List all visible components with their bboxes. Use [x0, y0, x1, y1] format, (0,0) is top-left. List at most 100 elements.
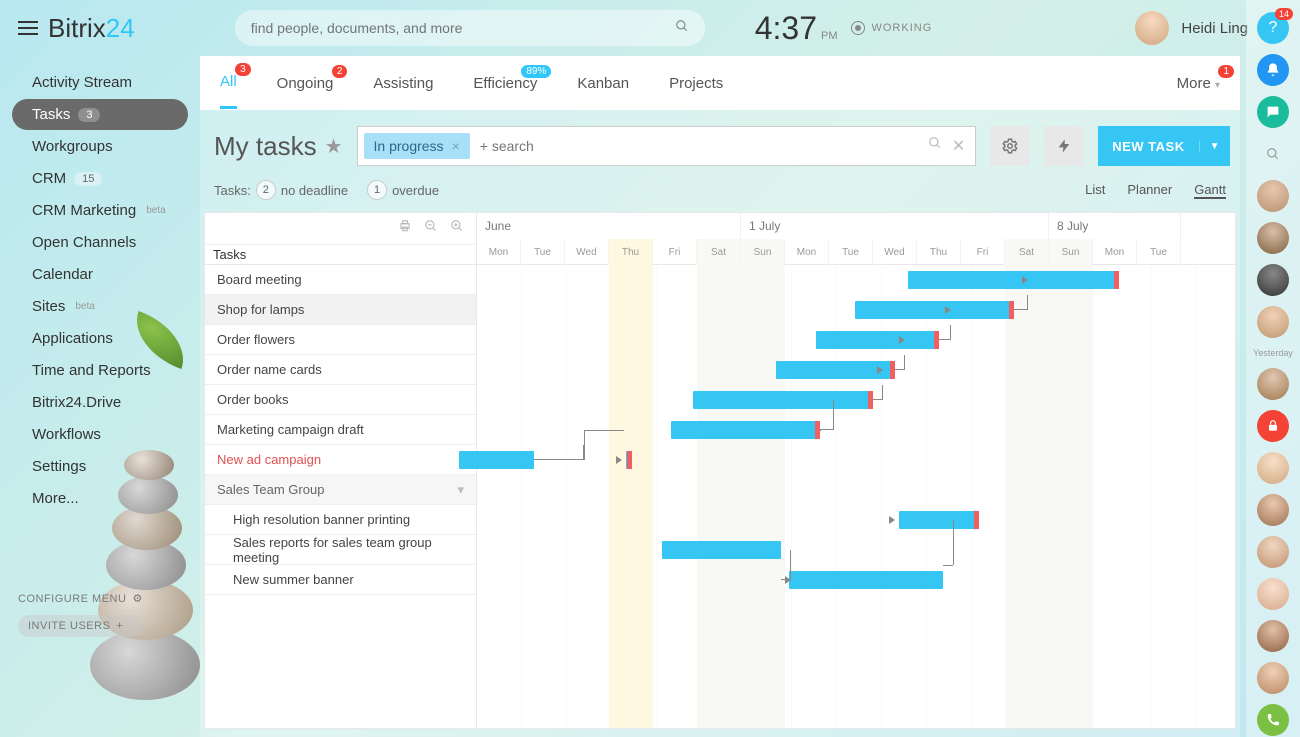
tab-badge: 89%: [521, 65, 551, 78]
working-status[interactable]: WORKING: [851, 21, 932, 35]
tab-kanban[interactable]: Kanban: [577, 59, 629, 108]
sidebar-item-tasks[interactable]: Tasks3: [12, 99, 188, 130]
filter-chip[interactable]: In progress ×: [364, 133, 470, 159]
gantt-bar[interactable]: [899, 511, 978, 529]
sidebar-item-sites[interactable]: Sitesbeta: [12, 291, 188, 322]
rail-search-button[interactable]: [1257, 138, 1289, 170]
tab-all[interactable]: All3: [220, 57, 237, 109]
invite-users-button[interactable]: INVITE USERS +: [18, 615, 143, 637]
task-row[interactable]: New summer banner: [205, 565, 476, 595]
contact-avatar[interactable]: [1257, 264, 1289, 296]
contact-avatar[interactable]: [1257, 306, 1289, 338]
contact-avatar[interactable]: [1257, 662, 1289, 694]
overdue-count[interactable]: 1: [367, 180, 387, 200]
contact-avatar[interactable]: [1257, 578, 1289, 610]
filter-input[interactable]: [474, 138, 924, 154]
global-search[interactable]: [235, 10, 705, 46]
sidebar-item-bitrix24-drive[interactable]: Bitrix24.Drive: [12, 387, 188, 418]
gantt-bar[interactable]: [671, 421, 821, 439]
collapse-icon[interactable]: ▾: [457, 482, 464, 498]
search-icon[interactable]: [928, 136, 942, 156]
global-search-input[interactable]: [251, 20, 675, 36]
main-menu-button[interactable]: [18, 21, 38, 35]
task-row[interactable]: New ad campaign: [205, 445, 476, 475]
sidebar-item-open-channels[interactable]: Open Channels: [12, 227, 188, 258]
tab-ongoing[interactable]: Ongoing2: [277, 59, 334, 108]
task-label: Sales Team Group: [217, 482, 324, 497]
task-row[interactable]: Marketing campaign draft: [205, 415, 476, 445]
contact-avatar[interactable]: [1257, 368, 1289, 400]
clear-filter-icon[interactable]: ✕: [952, 136, 965, 156]
star-icon[interactable]: ★: [325, 134, 343, 159]
task-row[interactable]: Order flowers: [205, 325, 476, 355]
contact-avatar[interactable]: [1257, 536, 1289, 568]
task-label: High resolution banner printing: [233, 512, 410, 527]
sidebar-item-settings[interactable]: Settings: [12, 451, 188, 482]
settings-button[interactable]: [990, 126, 1030, 166]
logo[interactable]: Bitrix24: [48, 13, 135, 44]
sidebar-item-more-[interactable]: More...: [12, 483, 188, 514]
task-label: Sales reports for sales team group meeti…: [233, 535, 476, 565]
gantt-bar[interactable]: [855, 301, 1013, 319]
sidebar-item-label: Applications: [32, 330, 113, 347]
gantt-bar[interactable]: [789, 571, 943, 589]
tab-assisting[interactable]: Assisting: [373, 59, 433, 108]
view-list[interactable]: List: [1085, 182, 1105, 199]
gantt-bar[interactable]: [626, 451, 632, 469]
gantt-bar[interactable]: [459, 451, 534, 469]
new-task-button[interactable]: NEW TASK ▼: [1098, 126, 1230, 166]
gantt-bar[interactable]: [662, 541, 781, 559]
chat-button[interactable]: [1257, 96, 1289, 128]
contact-avatar[interactable]: [1257, 452, 1289, 484]
view-planner[interactable]: Planner: [1127, 182, 1172, 199]
lock-icon[interactable]: [1257, 410, 1289, 442]
print-icon[interactable]: [398, 219, 412, 238]
sidebar-item-workflows[interactable]: Workflows: [12, 419, 188, 450]
chip-remove-icon[interactable]: ×: [452, 138, 460, 154]
dependency-link: [534, 445, 584, 460]
contact-avatar[interactable]: [1257, 180, 1289, 212]
call-button[interactable]: [1257, 704, 1289, 736]
contact-avatar[interactable]: [1257, 494, 1289, 526]
configure-menu-button[interactable]: CONFIGURE MENU ⚙: [18, 592, 143, 605]
gantt-bar[interactable]: [693, 391, 873, 409]
user-avatar: [1135, 11, 1169, 45]
task-row[interactable]: Sales reports for sales team group meeti…: [205, 535, 476, 565]
rail-divider-label: Yesterday: [1253, 348, 1293, 358]
view-gantt[interactable]: Gantt: [1194, 182, 1226, 199]
no-deadline-count[interactable]: 2: [256, 180, 276, 200]
task-row[interactable]: High resolution banner printing: [205, 505, 476, 535]
sidebar-item-crm[interactable]: CRM15: [12, 163, 188, 194]
sidebar-item-label: Workflows: [32, 426, 101, 443]
notifications-button[interactable]: [1257, 54, 1289, 86]
zoom-in-icon[interactable]: [450, 219, 464, 238]
automation-button[interactable]: [1044, 126, 1084, 166]
task-row[interactable]: Order name cards: [205, 355, 476, 385]
tab-more[interactable]: More 1 ▾: [1177, 59, 1220, 108]
gantt-bar[interactable]: [908, 271, 1119, 289]
sidebar-item-label: Calendar: [32, 266, 93, 283]
help-button[interactable]: ?14: [1257, 12, 1289, 44]
gantt-bar[interactable]: [816, 331, 939, 349]
new-task-dropdown[interactable]: ▼: [1199, 141, 1230, 152]
tab-efficiency[interactable]: Efficiency89%: [473, 59, 537, 108]
dependency-link: [1014, 295, 1028, 310]
sidebar-item-time-and-reports[interactable]: Time and Reports: [12, 355, 188, 386]
contact-avatar[interactable]: [1257, 620, 1289, 652]
sidebar-item-calendar[interactable]: Calendar: [12, 259, 188, 290]
sidebar-item-workgroups[interactable]: Workgroups: [12, 131, 188, 162]
sidebar-item-applications[interactable]: Applications: [12, 323, 188, 354]
sidebar-item-label: Settings: [32, 458, 86, 475]
filter-box[interactable]: In progress × ✕: [357, 126, 977, 166]
sidebar-item-crm-marketing[interactable]: CRM Marketingbeta: [12, 195, 188, 226]
tab-projects[interactable]: Projects: [669, 59, 723, 108]
no-deadline-link[interactable]: no deadline: [281, 183, 348, 198]
task-row[interactable]: Board meeting: [205, 265, 476, 295]
task-group-row[interactable]: Sales Team Group ▾: [205, 475, 476, 505]
contact-avatar[interactable]: [1257, 222, 1289, 254]
overdue-link[interactable]: overdue: [392, 183, 439, 198]
sidebar-item-activity-stream[interactable]: Activity Stream: [12, 67, 188, 98]
zoom-out-icon[interactable]: [424, 219, 438, 238]
task-row[interactable]: Order books: [205, 385, 476, 415]
task-row[interactable]: Shop for lamps: [205, 295, 476, 325]
